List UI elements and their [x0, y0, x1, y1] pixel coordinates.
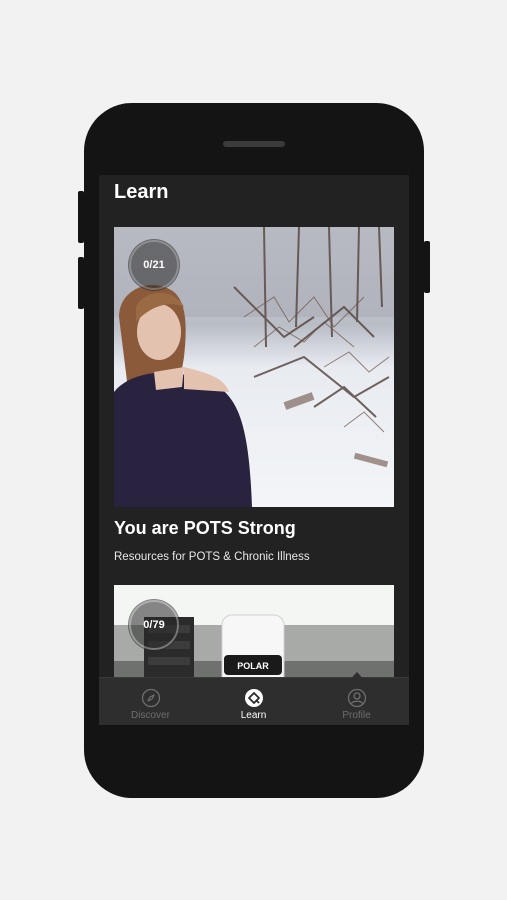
volume-up-button	[78, 191, 84, 243]
tab-profile[interactable]: Profile	[305, 678, 408, 725]
progress-count: 0/79	[143, 619, 165, 631]
course-title[interactable]: You are POTS Strong	[114, 518, 296, 539]
phone-frame: Learn 0/21 You are POTS Strong Resources…	[78, 103, 430, 798]
learn-icon	[244, 689, 263, 707]
progress-count: 0/21	[143, 259, 165, 271]
tab-learn[interactable]: Learn	[202, 672, 368, 725]
device-brand-label: POLAR	[237, 661, 269, 671]
profile-icon	[347, 688, 366, 708]
app-screen: Learn 0/21 You are POTS Strong Resources…	[99, 175, 409, 725]
course-card-image[interactable]: 0/21	[114, 227, 394, 507]
course-progress-indicator: 0/21	[128, 239, 180, 291]
tab-label-profile: Profile	[342, 710, 371, 721]
bottom-tab-bar: Discover Learn Profile	[99, 672, 409, 725]
course-progress-indicator: 0/79	[128, 599, 180, 651]
tab-label-discover: Discover	[131, 710, 170, 721]
power-button	[424, 241, 430, 293]
speaker-grille	[223, 141, 285, 147]
tab-label-learn: Learn	[240, 710, 267, 721]
compass-icon	[141, 688, 160, 708]
tab-discover[interactable]: Discover	[99, 678, 202, 725]
page-title: Learn	[114, 181, 169, 203]
course-subtitle: Resources for POTS & Chronic Illness	[114, 551, 310, 563]
volume-down-button	[78, 257, 84, 309]
